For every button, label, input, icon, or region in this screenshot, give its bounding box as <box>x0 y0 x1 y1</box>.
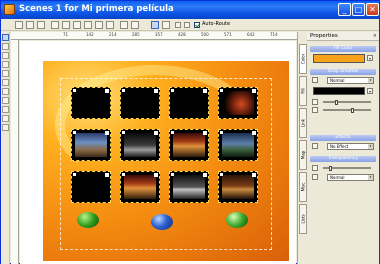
align-icon[interactable] <box>73 21 81 29</box>
cut-icon[interactable] <box>95 21 103 29</box>
shadow-off-icon[interactable] <box>312 77 318 83</box>
scene-thumbnail[interactable] <box>218 171 258 203</box>
title-bar[interactable]: Scenes 1 for Mi primera película _ □ ✕ <box>1 1 379 19</box>
scene-thumbnail[interactable] <box>120 129 160 161</box>
chapter-tool-icon[interactable] <box>2 115 9 122</box>
properties-close-icon[interactable]: × <box>373 33 377 39</box>
effects-off-icon[interactable] <box>312 143 318 149</box>
scene-thumbnail[interactable] <box>169 171 209 203</box>
move-icon[interactable] <box>84 21 92 29</box>
tab-lists[interactable]: Lists <box>299 204 307 234</box>
app-window: Scenes 1 for Mi primera película _ □ ✕ A… <box>0 0 380 264</box>
zoom-tool-icon[interactable] <box>2 52 9 59</box>
autoroute-checkbox[interactable] <box>194 22 200 28</box>
shadow-color-dropdown-icon[interactable]: ▾ <box>367 88 373 94</box>
shadow-offset-thumb[interactable] <box>335 100 338 105</box>
scene-thumbnail[interactable] <box>169 87 209 119</box>
maximize-button[interactable]: □ <box>352 3 365 16</box>
shadow-blur-icon[interactable] <box>312 107 318 113</box>
arrow-icon[interactable] <box>175 22 181 28</box>
link-icon[interactable] <box>162 21 170 29</box>
copy-icon[interactable] <box>106 21 114 29</box>
transparency-header: Transparency <box>310 156 376 162</box>
link-tool-icon[interactable] <box>2 106 9 113</box>
window-title: Scenes 1 for Mi primera película <box>19 4 174 14</box>
pause-icon[interactable] <box>37 21 45 29</box>
ruler-label: 571 <box>224 32 232 37</box>
hand-tool-icon[interactable] <box>2 43 9 50</box>
image-tool-icon[interactable] <box>2 97 9 104</box>
properties-title: Properties <box>310 33 338 39</box>
menu-canvas[interactable] <box>20 41 296 264</box>
tool-strip <box>1 32 10 264</box>
ruler-label: 428 <box>178 32 186 37</box>
scene-thumbnail[interactable] <box>71 87 111 119</box>
ruler-label: 71 <box>63 32 69 37</box>
scene-thumbnail[interactable] <box>218 129 258 161</box>
globe-icon[interactable] <box>151 214 173 230</box>
toolbar: Auto-Route <box>1 19 379 31</box>
tab-link[interactable]: Link <box>299 108 307 138</box>
minimize-button[interactable]: _ <box>338 3 351 16</box>
drop-shadow-header: Drop Shadow <box>310 69 376 75</box>
play-icon[interactable] <box>15 21 23 29</box>
scene-thumbnail[interactable] <box>120 87 160 119</box>
line-tool-icon[interactable] <box>2 70 9 77</box>
properties-header: Properties × <box>307 32 379 41</box>
fill-color-swatch[interactable] <box>313 54 365 63</box>
resize-icon[interactable] <box>131 21 139 29</box>
ruler-label: 142 <box>86 32 94 37</box>
properties-panel: Properties × Fill Color ▾ Drop Shadow No… <box>307 32 379 264</box>
transparency-thumb[interactable] <box>329 166 332 171</box>
green-orb-icon[interactable] <box>77 212 99 228</box>
transparency-icon[interactable] <box>312 165 318 171</box>
scene-thumbnail[interactable] <box>218 87 258 119</box>
zoom-icon[interactable] <box>51 21 59 29</box>
layer-icon[interactable] <box>151 21 159 29</box>
shadow-offset-icon[interactable] <box>312 99 318 105</box>
ruler-label: 357 <box>155 32 163 37</box>
scene-thumbnail[interactable] <box>120 171 160 203</box>
ruler-label: 642 <box>247 32 255 37</box>
autoroute-label: Auto-Route <box>202 21 231 27</box>
green-globe-icon[interactable] <box>226 212 248 228</box>
blend-mode-icon[interactable] <box>312 174 318 180</box>
tab-map[interactable]: Map <box>299 140 307 170</box>
select-icon[interactable] <box>120 21 128 29</box>
ruler-label: 500 <box>201 32 209 37</box>
horizontal-ruler: 71 142 214 285 357 428 500 571 642 714 <box>11 32 297 40</box>
effects-select[interactable]: No Effect ▾ <box>327 143 374 150</box>
ruler-label: 214 <box>109 32 117 37</box>
preview-icon[interactable] <box>184 22 190 28</box>
pointer-tool-icon[interactable] <box>2 34 9 41</box>
tab-color[interactable]: Color <box>299 44 307 74</box>
shadow-blur-thumb[interactable] <box>351 108 354 113</box>
effects-header: Effects <box>310 135 376 141</box>
button-tool-icon[interactable] <box>2 88 9 95</box>
shadow-color-swatch[interactable] <box>313 87 365 95</box>
ruler-label: 714 <box>270 32 278 37</box>
tab-misc[interactable]: Misc <box>299 172 307 202</box>
scene-thumbnail[interactable] <box>169 129 209 161</box>
grid-icon[interactable] <box>62 21 70 29</box>
close-button[interactable]: ✕ <box>366 3 379 16</box>
scene-thumbnail[interactable] <box>71 171 111 203</box>
ruler-label: 285 <box>132 32 140 37</box>
tab-fill[interactable]: Fill <box>299 76 307 106</box>
text-tool-icon[interactable] <box>2 61 9 68</box>
properties-tabs: Color Fill Link Map Misc Lists <box>297 32 307 264</box>
menu-background[interactable] <box>43 61 289 261</box>
shadow-offset-slider[interactable] <box>323 101 371 103</box>
shadow-blur-slider[interactable] <box>323 109 371 111</box>
fill-color-dropdown-icon[interactable]: ▾ <box>367 55 373 61</box>
fill-color-header: Fill Color <box>310 46 376 52</box>
app-icon <box>4 4 15 15</box>
stop-icon[interactable] <box>26 21 34 29</box>
settings-tool-icon[interactable] <box>2 124 9 131</box>
transparency-select[interactable]: Normal ▾ <box>327 174 374 181</box>
vertical-ruler <box>11 40 19 264</box>
rect-tool-icon[interactable] <box>2 79 9 86</box>
scene-thumbnail[interactable] <box>71 129 111 161</box>
drop-shadow-select[interactable]: Normal ▾ <box>327 77 374 84</box>
